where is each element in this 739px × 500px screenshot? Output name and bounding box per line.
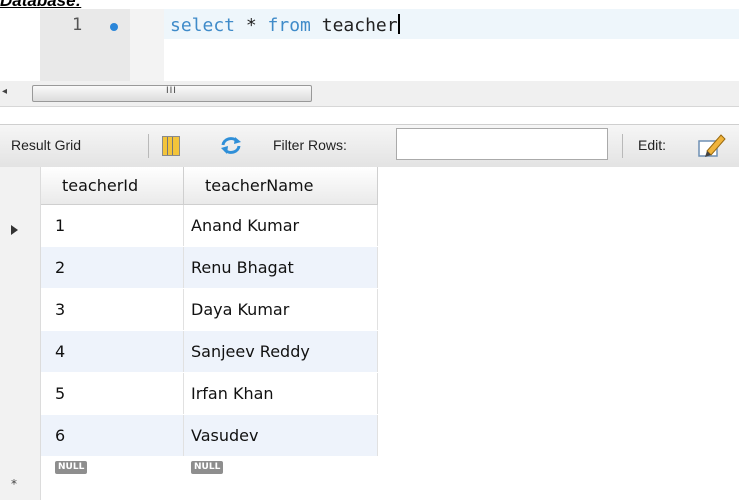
editor-gutter <box>40 9 130 81</box>
sql-keyword: select <box>170 15 236 36</box>
edit-label: Edit: <box>638 137 667 153</box>
text-cursor <box>397 14 400 34</box>
result-grid: * teacherId teacherName 1 Anand Kumar 2 … <box>0 167 739 500</box>
cell-teacher-name[interactable]: Vasudev <box>184 415 378 456</box>
result-toolbar: Result Grid Filter Rows: Edit: <box>0 124 739 168</box>
filter-rows-label: Filter Rows: <box>273 137 347 153</box>
column-header-teachername[interactable]: teacherName <box>184 167 378 205</box>
new-row-star-icon: * <box>11 477 17 491</box>
cell-teacher-id[interactable]: 4 <box>41 331 184 372</box>
filter-rows-input[interactable] <box>396 128 608 160</box>
result-grid-label[interactable]: Result Grid <box>11 137 81 153</box>
edit-pencil-icon[interactable] <box>697 131 727 159</box>
sql-keyword: from <box>267 15 311 36</box>
cell-teacher-name[interactable]: Irfan Khan <box>184 373 378 414</box>
null-badge: NULL <box>191 461 224 474</box>
null-badge: NULL <box>55 461 88 474</box>
toolbar-divider <box>148 134 149 158</box>
sql-query-text[interactable]: select * from teacher <box>170 14 400 36</box>
new-row-name-cell[interactable]: NULL <box>184 457 378 487</box>
cell-teacher-id[interactable]: 5 <box>41 373 184 414</box>
refresh-icon[interactable] <box>220 135 242 155</box>
new-row-id-cell[interactable]: NULL <box>41 457 184 487</box>
cell-teacher-id[interactable]: 6 <box>41 415 184 456</box>
horizontal-scrollbar[interactable]: ◂ III <box>0 81 739 107</box>
statement-marker-icon <box>110 23 118 31</box>
editor-fold-strip <box>130 9 164 81</box>
grid-view-icon[interactable] <box>162 136 180 156</box>
scroll-left-icon[interactable]: ◂ <box>2 86 7 97</box>
scrollbar-grip-icon: III <box>166 86 177 96</box>
cell-teacher-id[interactable]: 3 <box>41 289 184 330</box>
cell-teacher-name[interactable]: Daya Kumar <box>184 289 378 330</box>
sql-table-name: teacher <box>310 15 398 36</box>
row-indicator-column <box>0 167 41 500</box>
cell-teacher-name[interactable]: Anand Kumar <box>184 205 378 246</box>
column-header-teacherid[interactable]: teacherId <box>41 167 184 205</box>
cell-teacher-id[interactable]: 1 <box>41 205 184 246</box>
scrollbar-thumb[interactable]: III <box>32 85 312 102</box>
toolbar-divider <box>622 134 623 158</box>
cell-teacher-name[interactable]: Renu Bhagat <box>184 247 378 288</box>
current-row-arrow-icon <box>11 225 18 235</box>
sql-editor[interactable]: 1 select * from teacher <box>0 9 739 81</box>
line-number: 1 <box>72 15 83 35</box>
sql-token: * <box>235 15 268 36</box>
cell-teacher-id[interactable]: 2 <box>41 247 184 288</box>
cell-teacher-name[interactable]: Sanjeev Reddy <box>184 331 378 372</box>
